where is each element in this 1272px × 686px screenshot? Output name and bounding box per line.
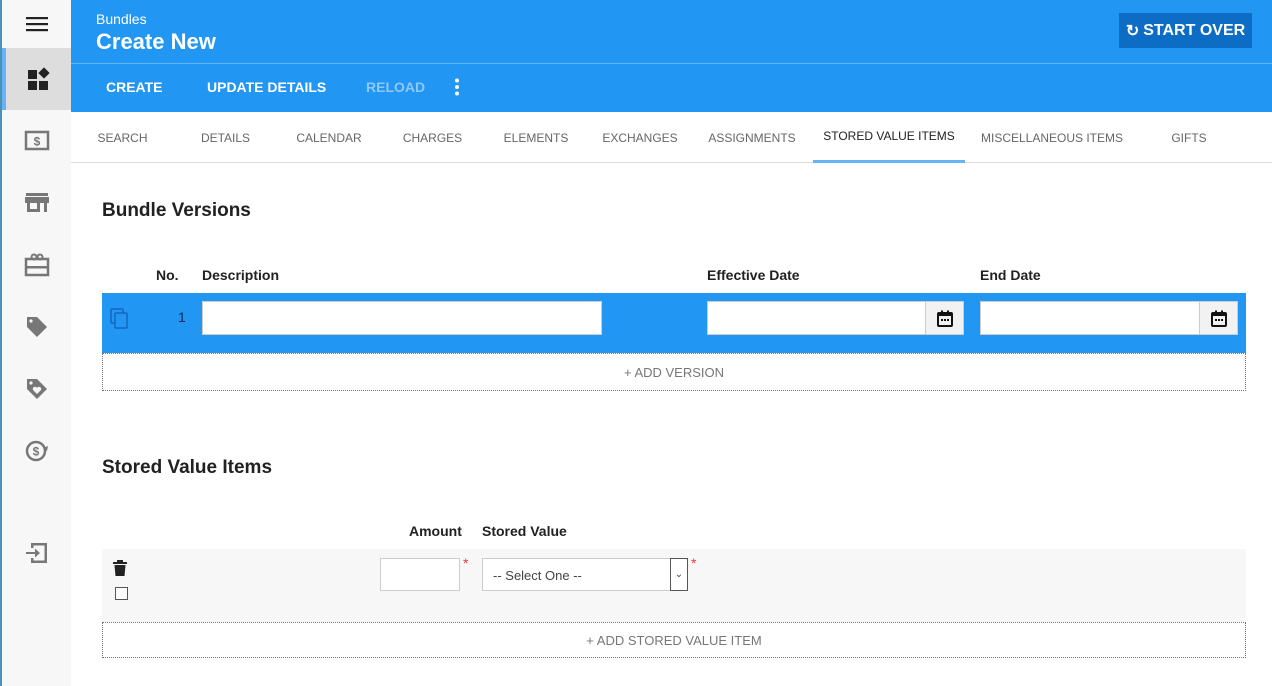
column-end-date: End Date xyxy=(980,267,1041,283)
tab-bar: SEARCH DETAILS CALENDAR CHARGES ELEMENTS… xyxy=(71,112,1272,163)
tag-heart-icon[interactable] xyxy=(2,358,71,420)
calendar-icon[interactable] xyxy=(1199,302,1237,334)
row-checkbox[interactable] xyxy=(115,587,128,600)
required-indicator: * xyxy=(691,555,697,571)
stored-value-items-heading: Stored Value Items xyxy=(102,457,273,478)
add-stored-value-item-button[interactable]: + ADD STORED VALUE ITEM xyxy=(102,622,1246,658)
dollar-bill-icon[interactable]: $ xyxy=(2,110,71,172)
start-over-button[interactable]: ↻ START OVER xyxy=(1119,13,1252,48)
required-indicator: * xyxy=(463,555,469,571)
tab-elements[interactable]: ELEMENTS xyxy=(484,112,588,163)
bundle-versions-heading: Bundle Versions xyxy=(102,200,251,221)
more-vert-icon[interactable] xyxy=(454,78,460,99)
table-row: * -- Select One -- ⌄ * xyxy=(102,549,1246,622)
column-amount: Amount xyxy=(409,523,462,539)
menu-icon[interactable] xyxy=(2,0,71,48)
calendar-icon[interactable] xyxy=(925,302,963,334)
tab-exchanges[interactable]: EXCHANGES xyxy=(588,112,692,163)
effective-date-input[interactable] xyxy=(707,301,964,335)
table-row: 1 xyxy=(102,293,1246,353)
divider xyxy=(71,63,1272,64)
svg-text:$: $ xyxy=(32,445,39,459)
description-input[interactable] xyxy=(202,301,602,335)
chevron-down-icon[interactable]: ⌄ xyxy=(670,558,688,591)
tab-miscellaneous-items[interactable]: MISCELLANEOUS ITEMS xyxy=(966,112,1138,163)
tab-calendar[interactable]: CALENDAR xyxy=(277,112,381,163)
sidebar: $ $ xyxy=(0,0,71,686)
column-stored-value: Stored Value xyxy=(482,523,567,539)
update-details-button[interactable]: UPDATE DETAILS xyxy=(207,79,326,95)
tab-details[interactable]: DETAILS xyxy=(174,112,277,163)
stored-value-select[interactable]: -- Select One -- ⌄ xyxy=(482,558,688,591)
currency-exchange-icon[interactable]: $ xyxy=(2,420,71,482)
tab-assignments[interactable]: ASSIGNMENTS xyxy=(692,112,812,163)
store-icon[interactable] xyxy=(2,172,71,234)
refresh-icon: ↻ xyxy=(1125,22,1140,40)
add-version-button[interactable]: + ADD VERSION xyxy=(102,353,1246,391)
reload-button: RELOAD xyxy=(366,79,426,95)
column-effective-date: Effective Date xyxy=(707,267,800,283)
copy-icon[interactable] xyxy=(110,308,130,335)
svg-text:$: $ xyxy=(33,135,40,149)
page-title: Create New xyxy=(96,29,216,54)
tab-charges[interactable]: CHARGES xyxy=(381,112,484,163)
logout-icon[interactable] xyxy=(2,522,71,584)
dashboard-icon[interactable] xyxy=(2,48,71,110)
breadcrumb[interactable]: Bundles xyxy=(96,11,147,27)
version-number: 1 xyxy=(178,309,186,325)
column-description: Description xyxy=(202,267,280,283)
end-date-input[interactable] xyxy=(980,301,1238,335)
tab-gifts[interactable]: GIFTS xyxy=(1138,112,1240,163)
page-header: Bundles Create New ↻ START OVER CREATE UP… xyxy=(71,0,1272,112)
column-no: No. xyxy=(156,267,179,283)
amount-input[interactable] xyxy=(380,558,460,591)
tab-search[interactable]: SEARCH xyxy=(71,112,174,163)
gift-card-icon[interactable] xyxy=(2,234,71,296)
tab-stored-value-items[interactable]: STORED VALUE ITEMS xyxy=(813,112,965,163)
create-button[interactable]: CREATE xyxy=(106,79,163,95)
trash-icon[interactable] xyxy=(113,560,127,581)
tag-icon[interactable] xyxy=(2,296,71,358)
